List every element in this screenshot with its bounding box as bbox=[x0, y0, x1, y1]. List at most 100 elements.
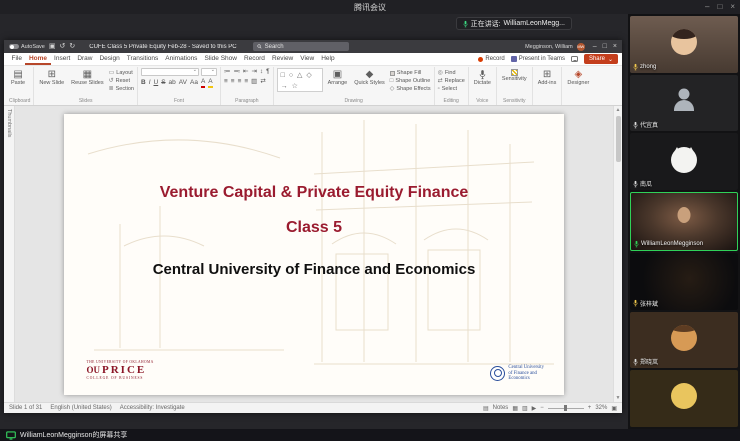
participant-tile[interactable]: 张梓斌 bbox=[630, 253, 738, 310]
maximize-button[interactable]: □ bbox=[717, 0, 722, 14]
save-icon[interactable]: ▣ bbox=[49, 40, 56, 53]
scroll-up-icon[interactable]: ▲ bbox=[614, 107, 622, 113]
notes-icon[interactable]: ▤ bbox=[483, 405, 489, 412]
present-in-teams-button[interactable]: Present in Teams bbox=[511, 56, 565, 62]
reuse-slides-button[interactable]: ▦ Reuse Slides bbox=[69, 68, 105, 88]
tab-transitions[interactable]: Transitions bbox=[123, 53, 162, 65]
line-spacing-button[interactable]: ↕ bbox=[260, 68, 263, 76]
normal-view-icon[interactable]: ▦ bbox=[512, 405, 518, 412]
paste-button[interactable]: ▤ Paste bbox=[9, 68, 27, 88]
ppt-maximize-button[interactable]: □ bbox=[603, 43, 607, 50]
tab-design[interactable]: Design bbox=[96, 53, 123, 65]
autosave-toggle[interactable]: AutoSave bbox=[9, 44, 45, 50]
tab-draw[interactable]: Draw bbox=[74, 53, 96, 65]
increase-indent-button[interactable]: ⇥ bbox=[251, 68, 256, 76]
select-button[interactable]: ▫ Select bbox=[438, 86, 465, 92]
tab-review[interactable]: Review bbox=[268, 53, 296, 65]
share-button[interactable]: Share ⌄ bbox=[584, 54, 618, 64]
reset-button[interactable]: ↺ Reset bbox=[109, 78, 134, 84]
font-size-combo[interactable] bbox=[201, 68, 217, 76]
participant-tile[interactable]: 南瓜 bbox=[630, 133, 738, 190]
zoom-slider[interactable] bbox=[548, 408, 584, 409]
highlight-button[interactable]: A bbox=[208, 78, 212, 88]
layout-button[interactable]: ▭ Layout bbox=[109, 70, 134, 76]
record-button[interactable]: Record bbox=[478, 56, 504, 62]
thumbnails-pane[interactable]: Thumbnails bbox=[4, 106, 15, 402]
text-direction-button[interactable]: ⇄ bbox=[260, 78, 265, 86]
fit-slide-icon[interactable]: ▣ bbox=[611, 405, 617, 412]
tab-animations[interactable]: Animations bbox=[162, 53, 201, 65]
comments-icon[interactable] bbox=[571, 56, 578, 62]
scroll-down-icon[interactable]: ▼ bbox=[614, 395, 622, 401]
font-color-button[interactable]: A bbox=[201, 78, 205, 88]
find-button[interactable]: ◎ Find bbox=[438, 70, 465, 76]
zoom-in-icon[interactable]: + bbox=[588, 405, 592, 411]
underline-button[interactable]: U bbox=[154, 79, 159, 87]
ppt-close-button[interactable]: × bbox=[613, 43, 617, 50]
participant-tile[interactable] bbox=[630, 370, 738, 427]
section-button[interactable]: ≣ Section bbox=[109, 86, 134, 92]
designer-button[interactable]: ◈ Designer bbox=[565, 68, 591, 88]
minimize-button[interactable]: – bbox=[705, 0, 709, 14]
new-slide-button[interactable]: ⊞ New Slide bbox=[37, 68, 66, 88]
slide-title-line2[interactable]: Class 5 bbox=[64, 219, 564, 237]
scrollbar-thumb[interactable] bbox=[616, 116, 621, 162]
participant-tile[interactable]: 郑晓岚 bbox=[630, 312, 738, 369]
slide-title-line1[interactable]: Venture Capital & Private Equity Finance bbox=[64, 184, 564, 202]
slide[interactable]: Venture Capital & Private Equity Finance… bbox=[64, 114, 564, 395]
tab-view[interactable]: View bbox=[297, 53, 318, 65]
strikethrough-button[interactable]: S bbox=[161, 79, 165, 87]
redo-icon[interactable]: ↻ bbox=[69, 40, 75, 53]
align-right-button[interactable]: ≡ bbox=[238, 78, 242, 86]
tab-insert[interactable]: Insert bbox=[51, 53, 74, 65]
justify-button[interactable]: ≡ bbox=[244, 78, 248, 86]
participant-tile[interactable]: 代宜真 bbox=[630, 75, 738, 132]
shapes-gallery[interactable]: □ ○ △ ◇ → ☆ bbox=[277, 68, 323, 92]
slide-subtitle[interactable]: Central University of Finance and Econom… bbox=[64, 261, 564, 278]
vertical-scrollbar[interactable]: ▲ ▼ bbox=[613, 106, 622, 402]
decrease-indent-button[interactable]: ⇤ bbox=[243, 68, 248, 76]
account-area[interactable]: Megginson, William MW bbox=[525, 43, 585, 51]
tab-slide-show[interactable]: Slide Show bbox=[201, 53, 241, 65]
shape-fill-icon bbox=[390, 71, 395, 76]
tab-home[interactable]: Home bbox=[25, 53, 50, 65]
bold-button[interactable]: B bbox=[141, 79, 146, 87]
tab-record[interactable]: Record bbox=[240, 53, 268, 65]
bullets-button[interactable]: ≔ bbox=[224, 68, 231, 76]
slideshow-icon[interactable]: ▶ bbox=[532, 405, 537, 412]
columns-button[interactable]: ▥ bbox=[251, 78, 257, 86]
notes-button[interactable]: Notes bbox=[493, 405, 509, 411]
arrange-button[interactable]: ▣ Arrange bbox=[326, 68, 350, 88]
accessibility-status[interactable]: Accessibility: Investigate bbox=[120, 405, 185, 411]
replace-button[interactable]: ⇄ Replace bbox=[438, 78, 465, 84]
ppt-minimize-button[interactable]: – bbox=[593, 43, 597, 50]
zoom-level[interactable]: 32% bbox=[595, 405, 607, 411]
close-button[interactable]: × bbox=[730, 0, 735, 14]
paragraph-marks-button[interactable]: ¶ bbox=[266, 68, 270, 76]
change-case-button[interactable]: Aa bbox=[190, 79, 198, 87]
slide-sorter-icon[interactable]: ▥ bbox=[522, 405, 528, 412]
dictate-button[interactable]: Dictate bbox=[472, 68, 493, 88]
tab-file[interactable]: File bbox=[8, 53, 25, 65]
mic-icon bbox=[634, 240, 639, 248]
text-shadow-button[interactable]: ab bbox=[169, 79, 176, 87]
numbering-button[interactable]: ≕ bbox=[233, 68, 240, 76]
addins-button[interactable]: ⊞ Add-ins bbox=[536, 68, 559, 88]
character-spacing-button[interactable]: AV bbox=[179, 79, 187, 87]
undo-icon[interactable]: ↺ bbox=[59, 40, 65, 53]
search-input[interactable]: Search bbox=[253, 42, 349, 51]
sensitivity-button[interactable]: Sensitivity bbox=[500, 68, 529, 84]
shape-effects-button[interactable]: ◇ Shape Effects bbox=[390, 86, 431, 92]
shape-outline-button[interactable]: □ Shape Outline bbox=[390, 78, 431, 84]
language-status[interactable]: English (United States) bbox=[50, 405, 111, 411]
shape-fill-button[interactable]: Shape Fill bbox=[390, 70, 431, 76]
zoom-out-icon[interactable]: − bbox=[540, 405, 544, 411]
participant-tile-speaking[interactable]: WilliamLeonMegginson bbox=[630, 192, 738, 251]
quick-styles-button[interactable]: ◆ Quick Styles bbox=[352, 68, 387, 88]
tab-help[interactable]: Help bbox=[318, 53, 338, 65]
align-center-button[interactable]: ≡ bbox=[231, 78, 235, 86]
align-left-button[interactable]: ≡ bbox=[224, 78, 228, 86]
font-name-combo[interactable] bbox=[141, 68, 199, 76]
participant-tile[interactable]: zhong bbox=[630, 16, 738, 73]
italic-button[interactable]: I bbox=[149, 79, 151, 87]
